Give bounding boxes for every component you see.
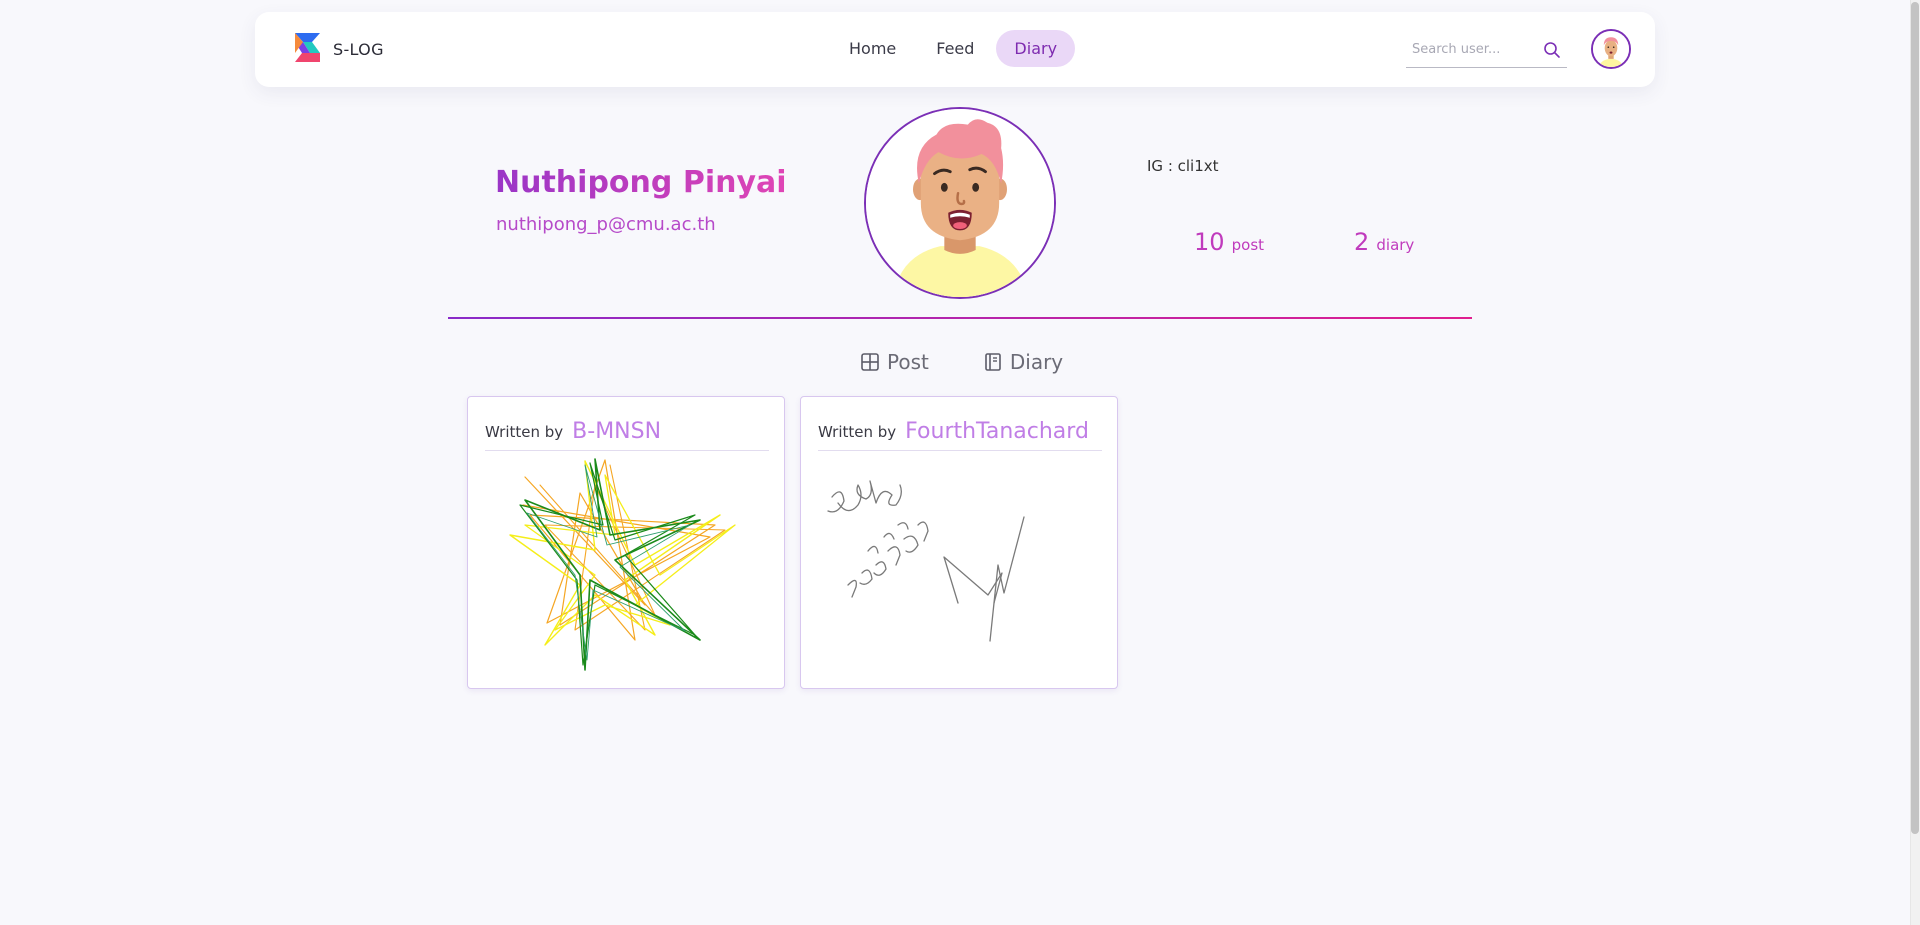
user-avatar-button[interactable] [1591, 29, 1631, 69]
instagram-handle: IG : cli1xt [1147, 157, 1219, 175]
written-by-label: Written by [818, 422, 897, 441]
search-box [1406, 34, 1567, 68]
handwritten-thai-drawing [818, 455, 1102, 681]
profile-last-name: Pinyai [682, 165, 787, 200]
nav-links: Home Feed Diary [831, 30, 1079, 67]
avatar-icon [1593, 31, 1629, 67]
top-navbar: S-LOG Home Feed Diary [255, 12, 1655, 87]
nav-diary[interactable]: Diary [996, 30, 1076, 67]
card-author[interactable]: B-MNSN [572, 419, 661, 444]
profile-email: nuthipong_p@cmu.ac.th [496, 214, 716, 235]
diary-count-stat: 2 diary [1354, 228, 1414, 256]
profile-avatar [864, 107, 1056, 299]
tab-post-label: Post [887, 350, 929, 374]
page-scrollbar[interactable] [1910, 0, 1920, 925]
scrollbar-thumb[interactable] [1911, 2, 1919, 834]
post-count-stat: 10 post [1194, 228, 1264, 256]
search-input[interactable] [1406, 34, 1536, 64]
notebook-icon [985, 353, 1001, 371]
post-unit: post [1231, 236, 1265, 254]
post-count: 10 [1194, 228, 1225, 256]
search-icon[interactable] [1543, 41, 1561, 59]
slog-logo-icon [292, 31, 323, 68]
diary-count: 2 [1354, 228, 1370, 256]
profile-first-name: Nuthipong [495, 165, 673, 200]
profile-divider [448, 317, 1472, 319]
brand-name: S-LOG [333, 40, 384, 59]
diary-card[interactable]: Written by FourthTanachard [800, 396, 1118, 689]
brand[interactable]: S-LOG [292, 31, 384, 68]
written-by-label: Written by [485, 422, 564, 441]
diary-unit: diary [1376, 236, 1415, 254]
content-tabs: Post Diary [860, 350, 1117, 374]
diary-card[interactable]: Written by B-MNSN [467, 396, 785, 689]
tab-diary-label: Diary [1009, 350, 1064, 374]
card-author[interactable]: FourthTanachard [905, 419, 1089, 444]
grid-icon [861, 353, 879, 371]
card-header: Written by FourthTanachard [818, 413, 1102, 451]
tab-post[interactable]: Post [860, 350, 929, 374]
tab-diary[interactable]: Diary [983, 350, 1063, 374]
profile-avatar-icon [866, 109, 1054, 297]
nav-feed[interactable]: Feed [918, 30, 992, 67]
star-scribble-drawing [485, 455, 769, 681]
profile-name: Nuthipong Pinyai [495, 165, 787, 200]
card-header: Written by B-MNSN [485, 413, 769, 451]
nav-home[interactable]: Home [831, 30, 914, 67]
